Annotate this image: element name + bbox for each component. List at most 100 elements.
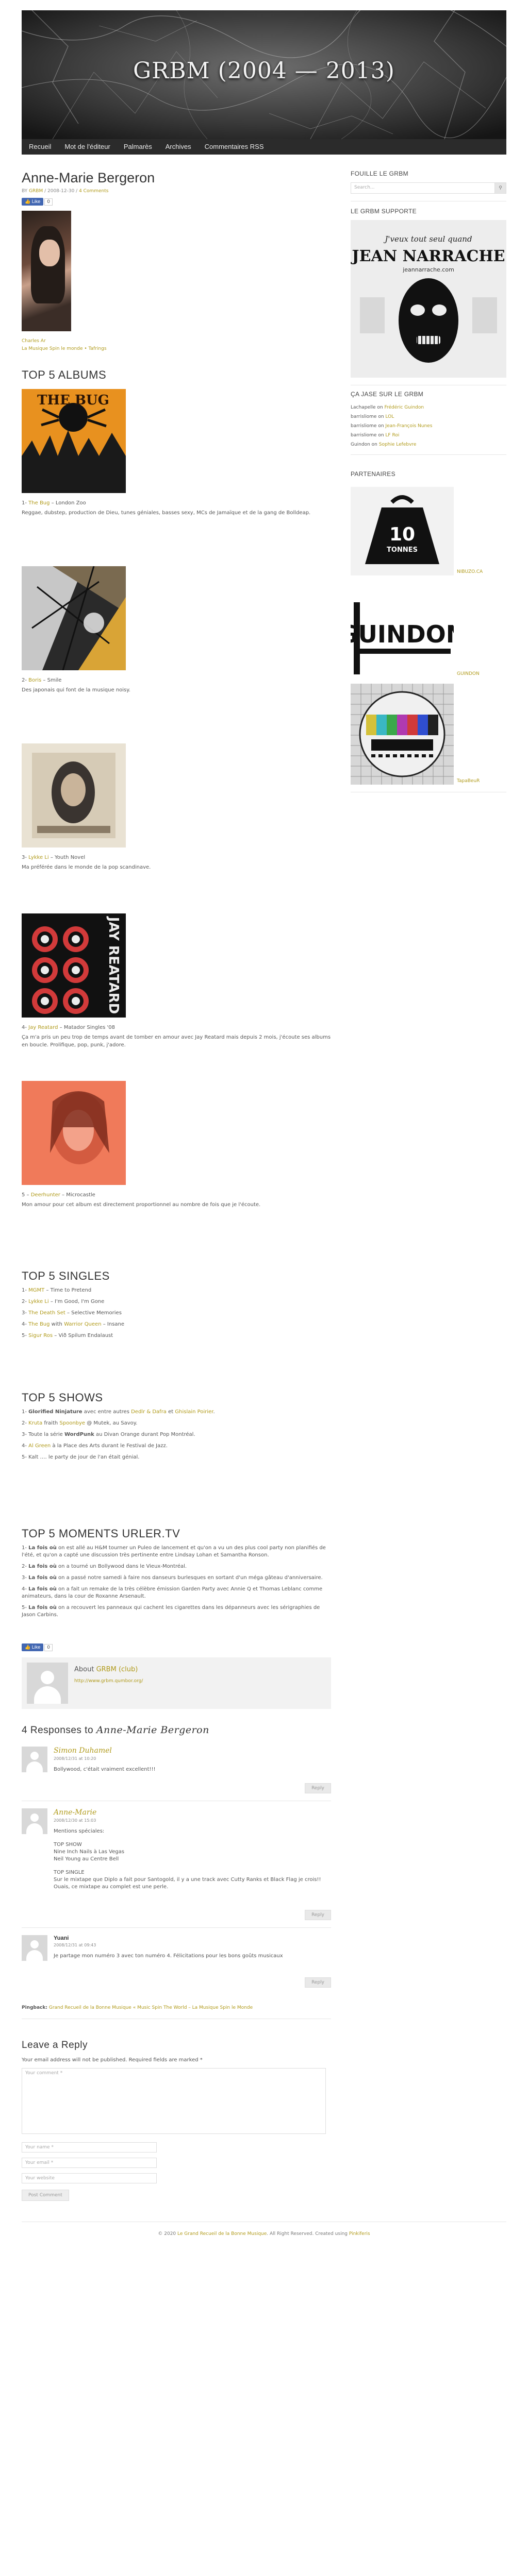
list-item: barrisliome on LF Roi: [351, 433, 400, 438]
single-artist-link[interactable]: MGMT: [28, 1287, 44, 1293]
album-artist-link[interactable]: Boris: [28, 677, 41, 683]
recent-comment-link[interactable]: Jean-François Nunes: [385, 423, 432, 429]
footer-theme-link[interactable]: Pinkiferis: [349, 2231, 370, 2236]
list-item: 1- La fois où on est allé au H&M tourner…: [22, 1545, 326, 1558]
avatar: [22, 1935, 47, 1961]
album-line: 1- The Bug – London Zoo: [22, 500, 331, 506]
comment-date[interactable]: 2008/12/31 at 09:43: [54, 1943, 331, 1947]
sidebar: FOUILLE LE GRBM Search... ⚲ LE GRBM SUPP…: [351, 167, 506, 2201]
avatar: [22, 1747, 47, 1772]
show-link[interactable]: Spoonbye: [59, 1420, 85, 1426]
album-artist-link[interactable]: The Bug: [28, 500, 50, 506]
recent-comment-link[interactable]: Sophie Lefebvre: [379, 442, 417, 447]
album-artist-link[interactable]: Deerhunter: [31, 1192, 60, 1198]
avatar: [22, 1808, 47, 1834]
list-item: 3- Toute la série WordPunk au Divan Oran…: [22, 1432, 195, 1437]
reply-button[interactable]: Reply: [305, 1910, 331, 1920]
partner-name[interactable]: GUINDON: [457, 671, 480, 676]
reply-button[interactable]: Reply: [305, 1977, 331, 1988]
meta-comments-link[interactable]: 4 Comments: [79, 189, 108, 194]
list-item: 5- Kalt …. le party de jour de l'an étai…: [22, 1454, 140, 1460]
partner-item[interactable]: 10 TONNES NIBUZO.CA: [351, 487, 506, 575]
nav-item-palmares[interactable]: Palmarès: [117, 139, 159, 155]
partner-item[interactable]: GUINDON GUINDON: [351, 582, 506, 677]
nav-item-mot-editeur[interactable]: Mot de l'éditeur: [58, 139, 117, 155]
partners-title: PARTENAIRES: [351, 470, 395, 478]
comment-text: Mentions spéciales: TOP SHOW Nine Inch N…: [54, 1828, 321, 1890]
partner-name[interactable]: NIBUZO.CA: [457, 569, 483, 574]
list-item: 4- The Bug with Warrior Queen – Insane: [22, 1321, 125, 1327]
show-link[interactable]: Kruta: [28, 1420, 42, 1426]
list-item: 1- MGMT – Time to Pretend: [22, 1287, 92, 1293]
search-button[interactable]: ⚲: [495, 182, 506, 194]
recent-comment-link[interactable]: LOL: [385, 414, 394, 419]
album-cover-deerhunter[interactable]: [22, 1081, 126, 1185]
reply-button[interactable]: Reply: [305, 1783, 331, 1793]
facebook-like-button[interactable]: 👍 Like: [22, 1643, 44, 1651]
single-artist-link[interactable]: Warrior Queen: [64, 1321, 101, 1327]
comment: Simon Duhamel 2008/12/31 at 10:20 Bollyw…: [22, 1739, 331, 1801]
meta-author-link[interactable]: GRBM: [29, 189, 43, 194]
recent-comment-link[interactable]: LF Roi: [385, 433, 399, 438]
author-url[interactable]: http://www.grbm.qumbor.org/: [74, 1679, 143, 1684]
fb-like-label: Like: [31, 199, 41, 204]
fb-like-label: Like: [31, 1645, 41, 1650]
list-item: Lachapelle on Frédéric Guindon: [351, 405, 424, 410]
poster-line-1: J'veux tout seul quand: [383, 234, 472, 244]
single-artist-link[interactable]: The Bug: [28, 1321, 50, 1327]
facebook-like-button[interactable]: 👍 Like: [22, 198, 44, 206]
tags-line-2[interactable]: La Musique Spin le monde • Tafrings: [22, 345, 331, 353]
single-artist-link[interactable]: Sigur Ros: [28, 1333, 53, 1338]
post-comment-button[interactable]: Post Comment: [22, 2190, 69, 2201]
tags-line-1[interactable]: Charles Ar: [22, 337, 331, 345]
list-item: 2- Lykke Li – I'm Good, I'm Gone: [22, 1299, 105, 1304]
partner-name[interactable]: TapaBeuR: [457, 778, 480, 784]
nav-item-recueil[interactable]: Recueil: [26, 139, 58, 155]
list-item: 5- Sigur Ros – Við Spilum Endalaust: [22, 1333, 113, 1338]
album-num: 1-: [22, 500, 27, 506]
email-field[interactable]: Your email *: [22, 2158, 157, 2168]
comment-author[interactable]: Simon Duhamel: [54, 1747, 331, 1755]
album-cover-jay-reatard[interactable]: JAY REATARD: [22, 913, 126, 1018]
list-item: 4- Al Green à la Place des Arts durant l…: [22, 1443, 168, 1449]
partner-weight-number: 10: [389, 524, 415, 545]
nav-item-archives[interactable]: Archives: [159, 139, 198, 155]
singles-heading: TOP 5 SINGLES: [22, 1269, 110, 1282]
album-title: – Microcastle: [60, 1192, 95, 1198]
name-field[interactable]: Your name *: [22, 2142, 157, 2153]
single-artist-link[interactable]: Lykke Li: [28, 1299, 48, 1304]
album-cover-lykke-li[interactable]: [22, 743, 126, 848]
album-artist-link[interactable]: Lykke Li: [28, 855, 48, 860]
partner-logo-text: GUINDON: [351, 620, 454, 648]
search-input[interactable]: Search...: [351, 182, 495, 194]
website-field[interactable]: Your website: [22, 2173, 157, 2183]
site-title[interactable]: GRBM (2004 — 2013): [22, 58, 506, 84]
pingback-link[interactable]: Grand Recueil de la Bonne Musique « Musi…: [49, 2005, 253, 2010]
list-item: 2- Kruta fraith Spoonbye @ Mutek, au Sav…: [22, 1420, 138, 1426]
show-link[interactable]: Al Green: [28, 1443, 51, 1449]
footer-site-link[interactable]: Le Grand Recueil de la Bonne Musique: [177, 2231, 267, 2236]
nav-item-rss[interactable]: Commentaires RSS: [198, 139, 271, 155]
recent-comment-link[interactable]: Frédéric Guindon: [384, 405, 424, 410]
album-cover-boris[interactable]: [22, 566, 126, 670]
site-footer: © 2020 Le Grand Recueil de la Bonne Musi…: [22, 2222, 506, 2250]
thumb-icon: 👍: [25, 199, 32, 204]
show-link[interactable]: Dedlr & Dafra: [131, 1409, 167, 1415]
post-title: Anne-Marie Bergeron: [22, 170, 155, 185]
singles-list: 1- MGMT – Time to Pretend 2- Lykke Li – …: [22, 1287, 331, 1340]
partner-item[interactable]: TapaBeuR: [351, 684, 506, 785]
search-widget-title: FOUILLE LE GRBM: [351, 170, 408, 177]
jean-narrache-poster[interactable]: J'veux tout seul quand JEAN NARRACHE jea…: [351, 220, 506, 378]
album-artist-link[interactable]: Jay Reatard: [28, 1025, 58, 1030]
album-cover-the-bug[interactable]: THE BUG: [22, 389, 126, 493]
comment-date[interactable]: 2008/12/31 at 10:20: [54, 1756, 331, 1761]
thumb-icon: 👍: [25, 1645, 32, 1650]
comment-textarea[interactable]: Your comment *: [22, 2068, 326, 2134]
comment-date[interactable]: 2008/12/30 at 15:03: [54, 1818, 331, 1823]
show-link[interactable]: Ghislain Poirier: [175, 1409, 213, 1415]
comment-author[interactable]: Anne-Marie: [54, 1808, 331, 1817]
site-header: GRBM (2004 — 2013): [22, 10, 506, 139]
svg-text:JAY REATARD: JAY REATARD: [106, 916, 121, 1014]
author-name-link[interactable]: GRBM (club): [96, 1666, 138, 1673]
single-artist-link[interactable]: The Death Set: [28, 1310, 65, 1316]
